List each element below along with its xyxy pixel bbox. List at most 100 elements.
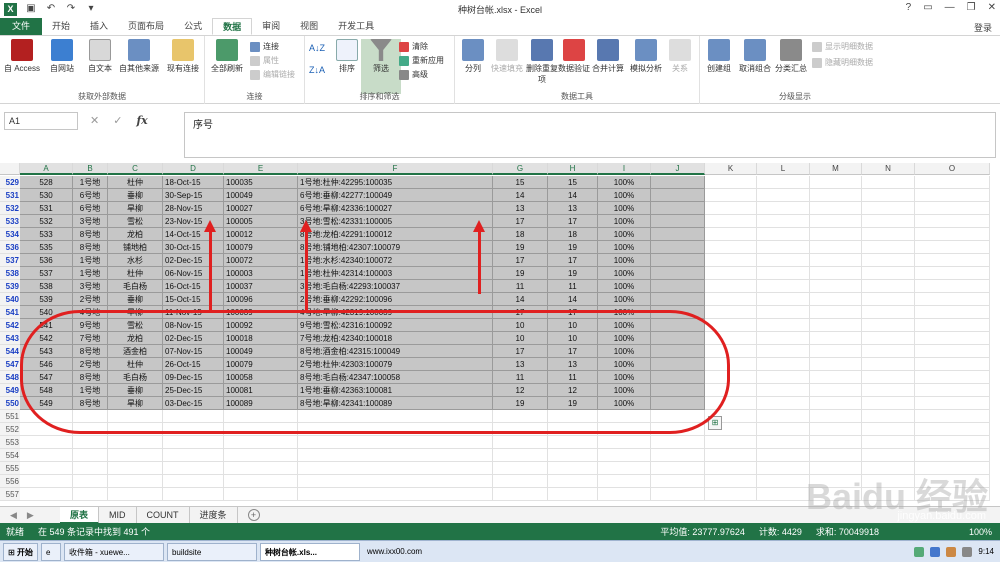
table-cell[interactable] (915, 293, 990, 306)
tab-review[interactable]: 审阅 (252, 18, 290, 35)
table-cell[interactable]: 100037 (224, 280, 298, 293)
column-header-i[interactable]: I (598, 163, 651, 175)
table-cell[interactable]: 100012 (224, 228, 298, 241)
table-cell[interactable] (757, 475, 810, 488)
table-cell[interactable] (651, 267, 705, 280)
table-cell[interactable] (862, 176, 915, 189)
table-cell[interactable] (163, 449, 224, 462)
table-cell[interactable] (757, 345, 810, 358)
table-cell[interactable] (862, 449, 915, 462)
table-cell[interactable]: 6号地 (73, 202, 108, 215)
edit-links-button[interactable]: 编辑链接 (250, 68, 295, 81)
minimize-icon[interactable]: — (945, 2, 955, 13)
table-cell[interactable] (810, 436, 862, 449)
advanced-filter-button[interactable]: 高级 (399, 68, 428, 81)
table-cell[interactable] (757, 293, 810, 306)
table-cell[interactable]: 19 (548, 241, 598, 254)
table-cell[interactable] (862, 423, 915, 436)
table-cell[interactable] (651, 228, 705, 241)
table-cell[interactable] (224, 475, 298, 488)
table-cell[interactable] (73, 449, 108, 462)
row-header[interactable]: 543 (0, 332, 20, 345)
table-cell[interactable] (862, 202, 915, 215)
properties-button[interactable]: 属性 (250, 54, 279, 67)
table-cell[interactable] (810, 358, 862, 371)
table-cell[interactable] (810, 397, 862, 410)
column-header-f[interactable]: F (298, 163, 493, 175)
hide-detail-button[interactable]: 隐藏明细数据 (812, 56, 873, 69)
table-cell[interactable] (757, 410, 810, 423)
tray-volume-icon[interactable] (946, 546, 957, 557)
table-cell[interactable] (862, 293, 915, 306)
table-cell[interactable] (810, 345, 862, 358)
table-cell[interactable] (915, 384, 990, 397)
table-cell[interactable] (705, 475, 757, 488)
table-cell[interactable]: 02-Dec-15 (163, 254, 224, 267)
table-cell[interactable] (224, 449, 298, 462)
table-cell[interactable] (651, 436, 705, 449)
row-header[interactable]: 541 (0, 306, 20, 319)
table-cell[interactable]: 14 (493, 189, 548, 202)
table-cell[interactable] (651, 241, 705, 254)
table-cell[interactable] (548, 462, 598, 475)
table-cell[interactable] (598, 462, 651, 475)
table-cell[interactable]: 539 (20, 293, 73, 306)
table-cell[interactable] (73, 462, 108, 475)
table-cell[interactable] (810, 228, 862, 241)
table-cell[interactable] (298, 475, 493, 488)
table-cell[interactable]: 18 (493, 228, 548, 241)
tab-home[interactable]: 开始 (42, 18, 80, 35)
table-cell[interactable]: 19 (548, 267, 598, 280)
table-cell[interactable] (757, 423, 810, 436)
from-other-sources-button[interactable]: 自其他来源 (116, 39, 162, 74)
table-cell[interactable]: 15 (548, 176, 598, 189)
table-cell[interactable] (862, 410, 915, 423)
remove-duplicates-button[interactable]: 删除重复项 (525, 39, 559, 85)
table-cell[interactable] (493, 475, 548, 488)
table-cell[interactable]: 532 (20, 215, 73, 228)
column-header-k[interactable]: K (705, 163, 757, 175)
table-cell[interactable] (298, 449, 493, 462)
table-cell[interactable] (915, 371, 990, 384)
flash-fill-button[interactable]: 快速填充 (487, 39, 527, 74)
from-web-button[interactable]: 自网站 (42, 39, 82, 74)
column-header-g[interactable]: G (493, 163, 548, 175)
row-header[interactable]: 539 (0, 280, 20, 293)
table-cell[interactable]: 15-Oct-15 (163, 293, 224, 306)
name-box[interactable]: A1 (4, 112, 78, 130)
table-cell[interactable] (651, 176, 705, 189)
table-cell[interactable] (108, 475, 163, 488)
enter-icon[interactable]: ✓ (113, 114, 122, 127)
table-cell[interactable]: 100% (598, 293, 651, 306)
existing-connections-button[interactable]: 现有连接 (163, 39, 203, 74)
tab-page-layout[interactable]: 页面布局 (118, 18, 174, 35)
table-cell[interactable]: 100% (598, 176, 651, 189)
table-cell[interactable] (810, 254, 862, 267)
table-cell[interactable] (705, 488, 757, 501)
table-cell[interactable]: 18 (548, 228, 598, 241)
table-cell[interactable] (20, 488, 73, 501)
table-cell[interactable] (862, 488, 915, 501)
table-cell[interactable] (862, 332, 915, 345)
table-cell[interactable]: 100079 (224, 241, 298, 254)
table-cell[interactable] (862, 371, 915, 384)
table-cell[interactable] (224, 488, 298, 501)
table-cell[interactable] (651, 462, 705, 475)
table-cell[interactable] (757, 462, 810, 475)
table-cell[interactable]: 528 (20, 176, 73, 189)
table-cell[interactable]: 100005 (224, 215, 298, 228)
table-cell[interactable]: 8号地 (73, 228, 108, 241)
table-cell[interactable] (915, 267, 990, 280)
table-cell[interactable] (705, 215, 757, 228)
tray-network-icon[interactable] (930, 546, 941, 557)
table-cell[interactable] (705, 449, 757, 462)
table-cell[interactable]: 100072 (224, 254, 298, 267)
row-header[interactable]: 534 (0, 228, 20, 241)
table-cell[interactable]: 30-Oct-15 (163, 241, 224, 254)
table-cell[interactable]: 龙柏 (108, 228, 163, 241)
table-cell[interactable] (548, 488, 598, 501)
table-cell[interactable] (915, 215, 990, 228)
table-cell[interactable]: 水杉 (108, 254, 163, 267)
table-cell[interactable] (651, 189, 705, 202)
tab-file[interactable]: 文件 (0, 18, 43, 35)
